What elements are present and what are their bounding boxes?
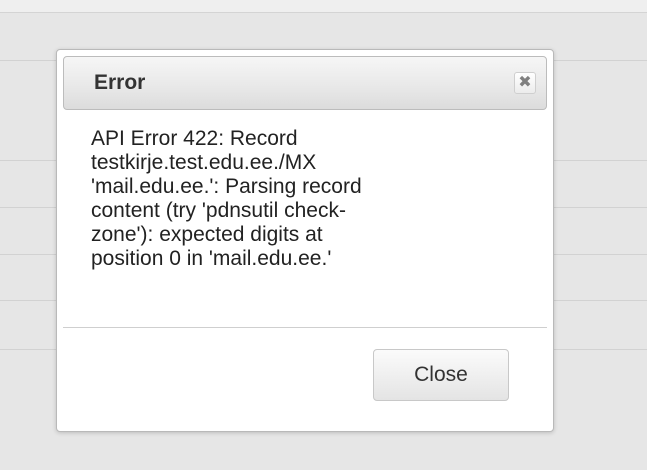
background-page-header: [0, 0, 647, 13]
dialog-title: Error: [94, 71, 146, 94]
error-dialog: Error ✖ API Error 422: Record testkirje.…: [56, 49, 554, 432]
error-message-line: zone'): expected digits at: [91, 223, 323, 246]
close-button[interactable]: Close: [373, 349, 509, 401]
dialog-footer-divider: [63, 327, 547, 328]
dialog-titlebar: Error ✖: [63, 56, 547, 110]
error-message-line: testkirje.test.edu.ee./MX: [91, 151, 317, 174]
close-icon[interactable]: ✖: [514, 72, 536, 94]
error-message-line: content (try 'pdnsutil check-: [91, 199, 346, 222]
error-message-line: position 0 in 'mail.edu.ee.': [91, 247, 332, 270]
error-message-line: API Error 422: Record: [91, 127, 298, 150]
error-message-line: 'mail.edu.ee.': Parsing record: [91, 175, 362, 198]
error-message: API Error 422: Record testkirje.test.edu…: [91, 127, 521, 271]
